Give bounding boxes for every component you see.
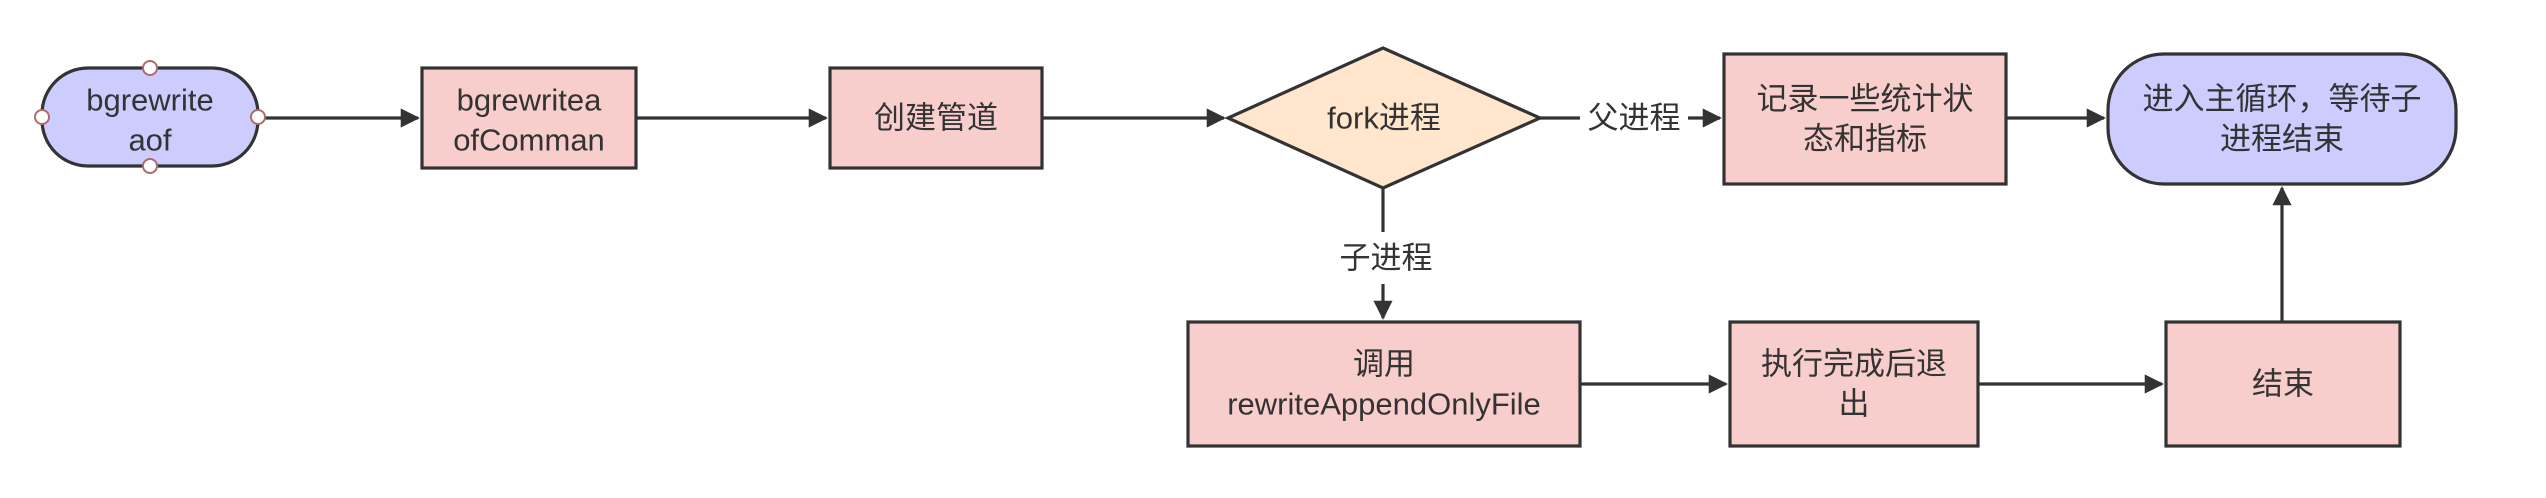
node-main-loop-line-1: 进入主循环，等待子: [2143, 82, 2422, 117]
node-main-loop-line-2: 进程结束: [2220, 122, 2344, 157]
node-main-loop: 进入主循环，等待子 进程结束: [2106, 52, 2458, 186]
node-end: 结束: [2164, 320, 2402, 448]
node-fork: fork进程: [1224, 46, 1544, 190]
connection-handle-bottom[interactable]: [142, 158, 158, 174]
node-create-pipe: 创建管道: [828, 66, 1044, 170]
node-end-line-1: 结束: [2252, 367, 2314, 402]
node-start: bgrewrite aof: [34, 60, 266, 174]
node-exec-exit: 执行完成后退 出: [1728, 320, 1980, 448]
node-start-line-1: bgrewrite: [86, 83, 214, 118]
node-bgrewriteaof-command-line-2: ofComman: [453, 123, 605, 158]
node-record-stats-shape: [1722, 52, 2008, 186]
node-call-rewrite: 调用 rewriteAppendOnlyFile: [1186, 320, 1582, 448]
node-bgrewriteaof-command: bgrewritea ofComman: [420, 66, 638, 170]
node-call-rewrite-shape: [1186, 320, 1582, 448]
connection-handle-left[interactable]: [34, 109, 50, 125]
node-create-pipe-line-1: 创建管道: [874, 101, 998, 136]
node-main-loop-shape: [2106, 52, 2458, 186]
node-record-stats: 记录一些统计状 态和指标: [1722, 52, 2008, 186]
edge-label-child: 子进程: [1340, 241, 1433, 276]
node-exec-exit-shape: [1728, 320, 1980, 448]
node-fork-line-1: fork进程: [1327, 101, 1441, 136]
node-exec-exit-line-2: 出: [1839, 387, 1870, 422]
node-record-stats-line-2: 态和指标: [1803, 122, 1927, 157]
node-record-stats-line-1: 记录一些统计状: [1757, 82, 1974, 117]
node-call-rewrite-line-1: 调用: [1353, 347, 1415, 382]
connection-handle-top[interactable]: [142, 60, 158, 76]
flowchart: 父进程 子进程 bgrewrite aof bgrewritea ofComma…: [34, 46, 2458, 448]
node-start-line-2: aof: [128, 123, 171, 158]
node-exec-exit-line-1: 执行完成后退: [1761, 347, 1947, 382]
connection-handle-right[interactable]: [250, 109, 266, 125]
edge-label-parent: 父进程: [1588, 101, 1681, 136]
node-call-rewrite-line-2: rewriteAppendOnlyFile: [1227, 387, 1541, 422]
node-bgrewriteaof-command-line-1: bgrewritea: [457, 83, 602, 118]
